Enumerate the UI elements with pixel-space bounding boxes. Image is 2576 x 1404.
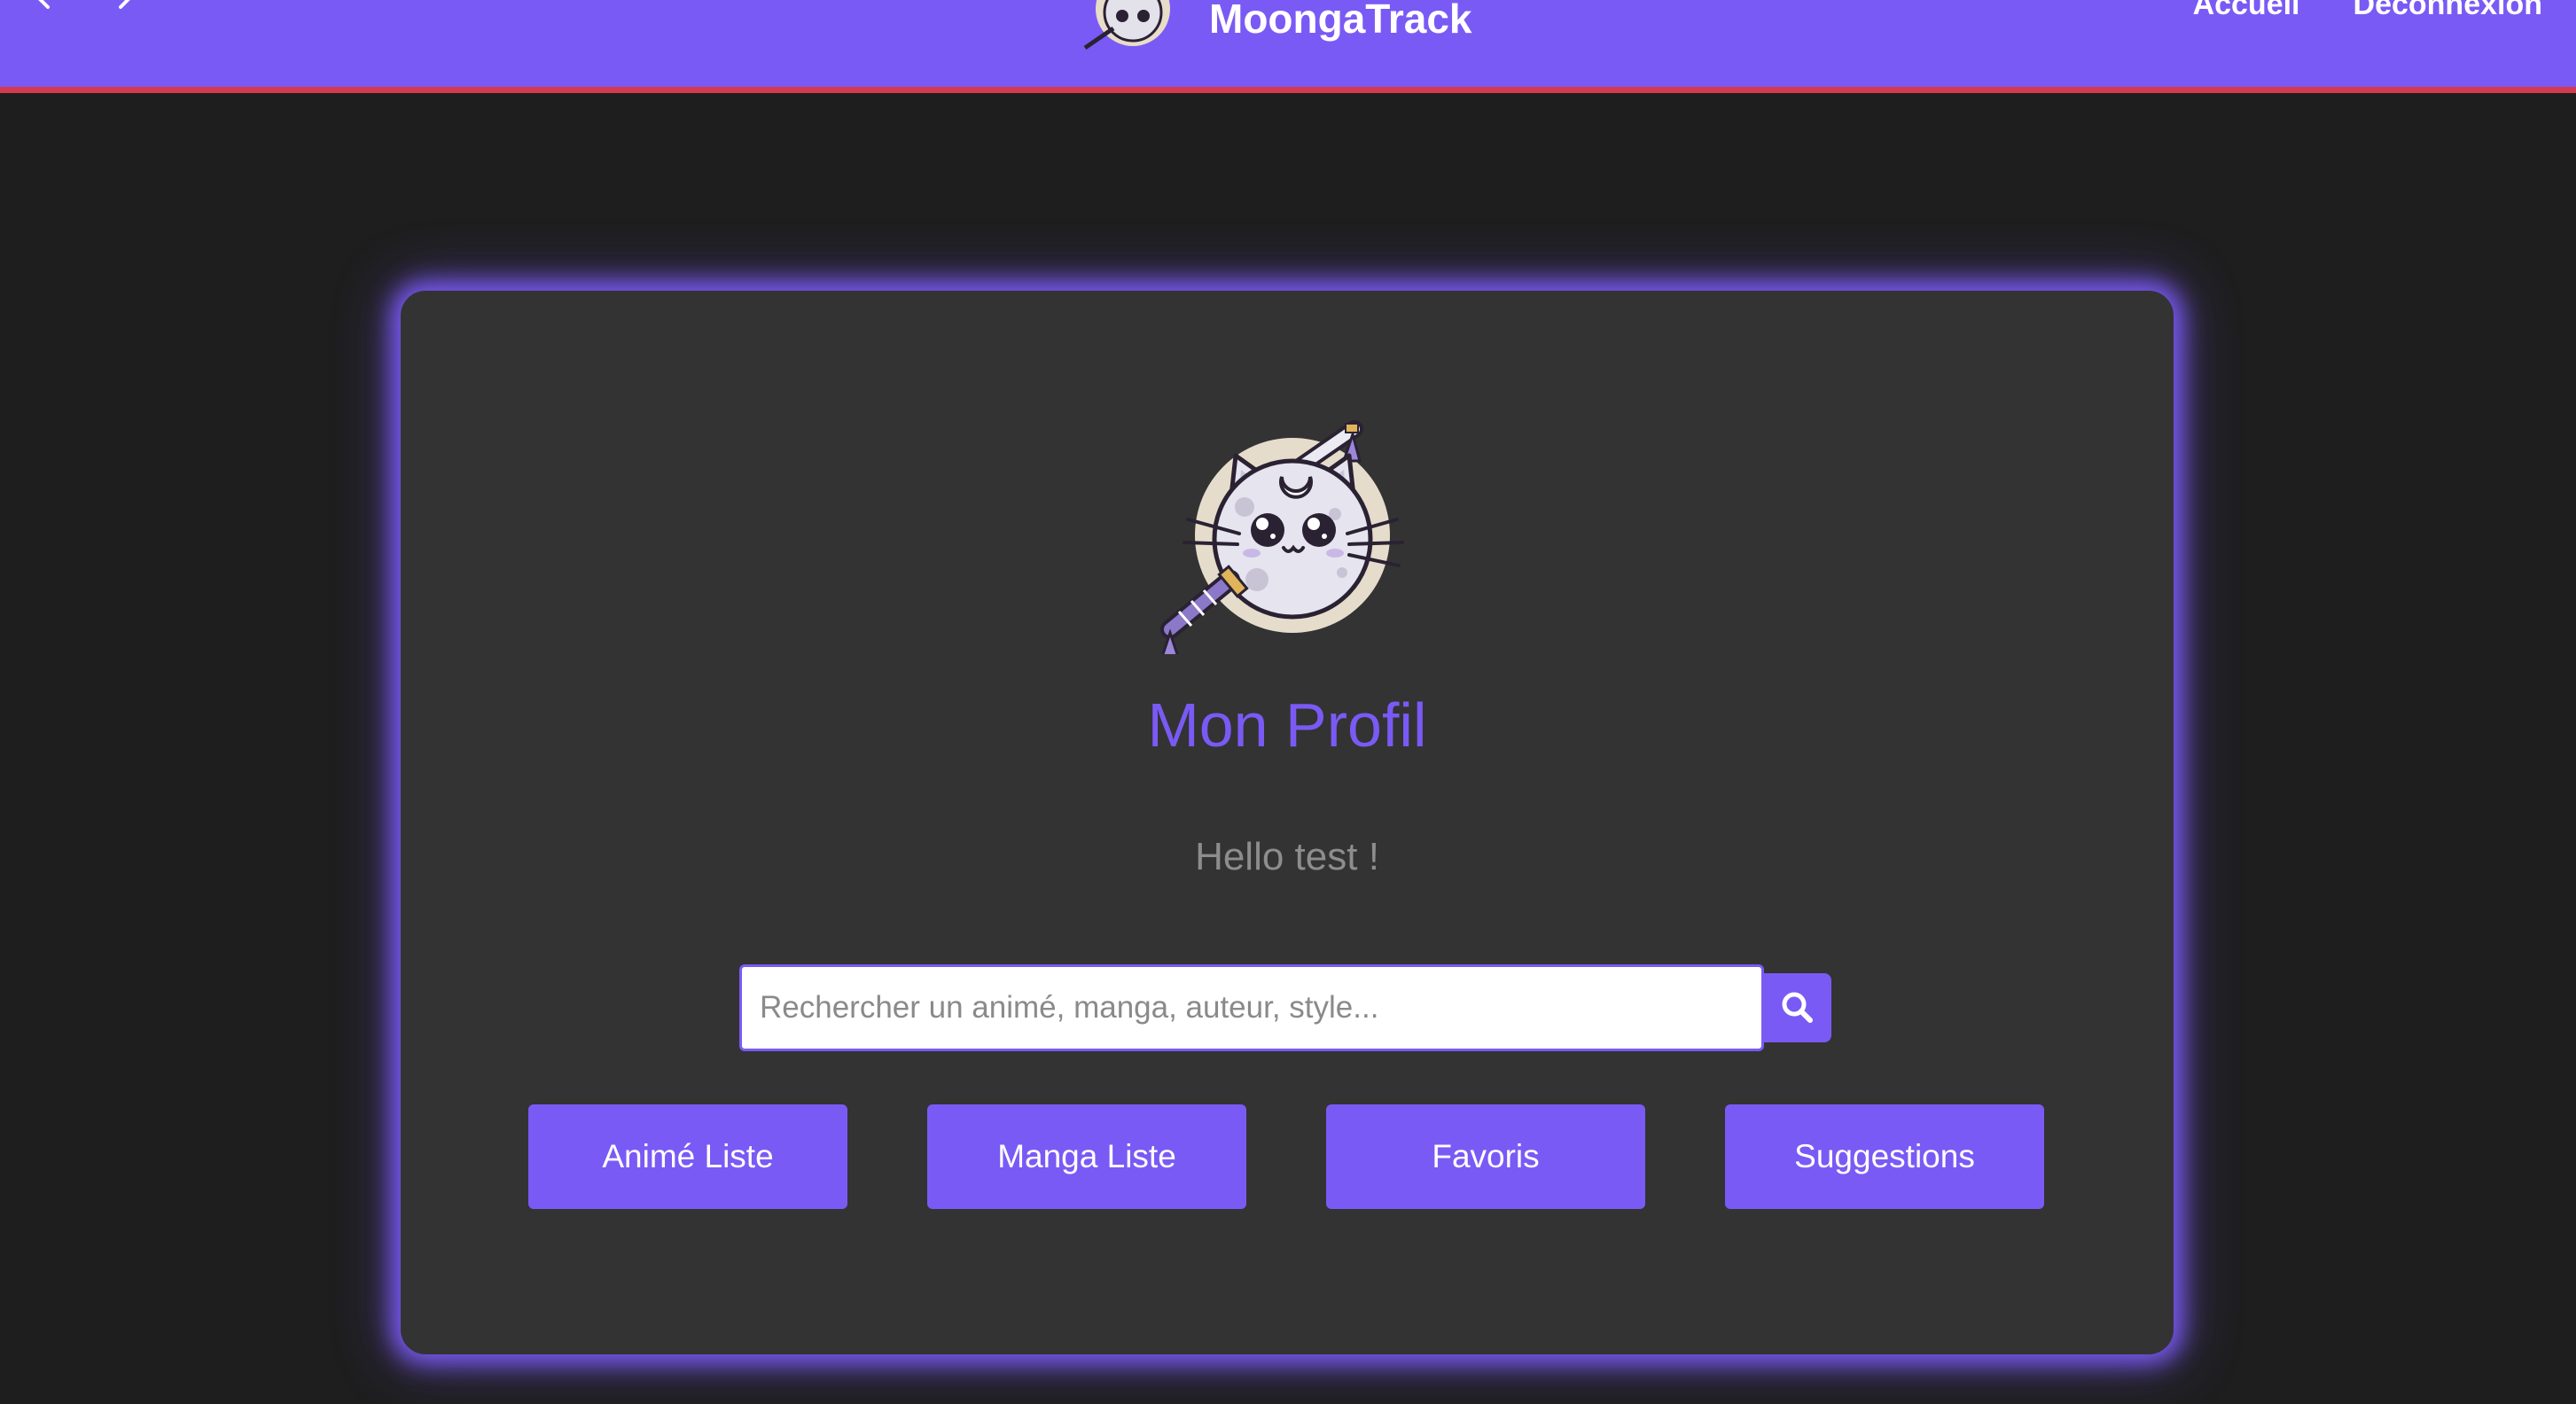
nav-link-accueil[interactable]: Accueil: [2193, 0, 2300, 22]
moon-cat-logo-icon: [1083, 0, 1170, 51]
suggestions-button[interactable]: Suggestions: [1725, 1104, 2044, 1209]
search-icon: [1782, 992, 1813, 1023]
top-links: Accueil Déconnexion: [2193, 0, 2542, 22]
moon-cat-avatar-icon: [1160, 420, 1404, 654]
anime-list-button[interactable]: Animé Liste: [528, 1104, 847, 1209]
profile-card: Mon Profil Hello test ! Animé Liste Mang…: [401, 291, 2174, 1354]
search-button[interactable]: [1764, 973, 1831, 1042]
arrow-left-icon[interactable]: [32, 0, 74, 20]
search-input[interactable]: [739, 964, 1764, 1051]
search-bar: [739, 964, 1831, 1051]
top-navbar: MoongaTrack Accueil Déconnexion: [0, 0, 2576, 93]
favorites-button[interactable]: Favoris: [1326, 1104, 1645, 1209]
manga-list-button[interactable]: Manga Liste: [927, 1104, 1246, 1209]
brand[interactable]: MoongaTrack: [1081, 0, 1472, 53]
arrow-right-icon[interactable]: [101, 0, 144, 20]
history-nav: [32, 0, 144, 20]
greeting-text: Hello test !: [1195, 835, 1379, 878]
page-title: Mon Profil: [1147, 690, 1427, 760]
action-buttons: Animé Liste Manga Liste Favoris Suggesti…: [528, 1104, 2044, 1209]
nav-link-deconnexion[interactable]: Déconnexion: [2354, 0, 2542, 22]
brand-name: MoongaTrack: [1209, 0, 1472, 42]
